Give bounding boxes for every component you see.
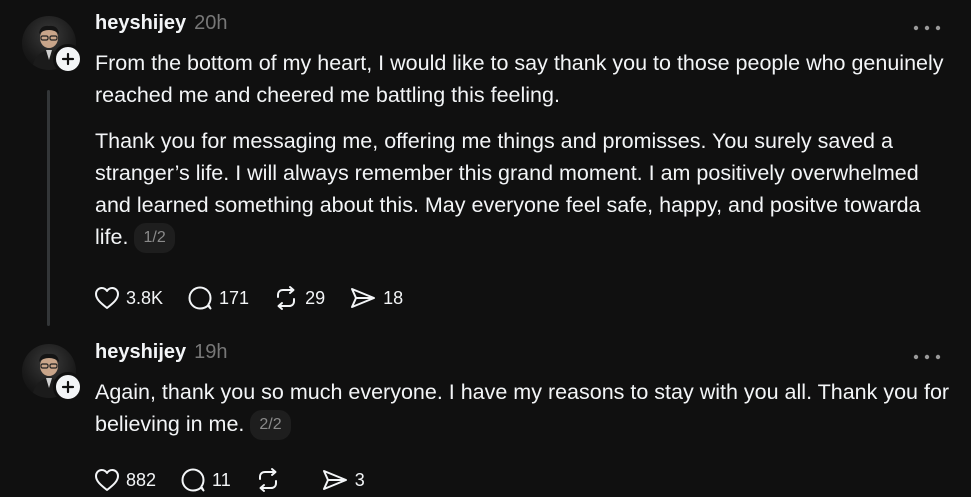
post-paragraph: Again, thank you so much everyone. I hav… <box>95 380 950 436</box>
post-body: Again, thank you so much everyone. I hav… <box>95 376 955 440</box>
avatar-container[interactable] <box>22 344 83 402</box>
more-horizontal-icon <box>913 354 941 360</box>
share-count: 3 <box>354 469 365 490</box>
post-header: heyshijey 19h <box>95 341 228 364</box>
speech-bubble-icon <box>181 468 205 492</box>
repost-button[interactable] <box>255 467 287 493</box>
repost-icon <box>258 468 277 492</box>
heart-icon <box>95 469 119 491</box>
like-button[interactable]: 882 <box>94 468 156 492</box>
username[interactable]: heyshijey <box>95 341 186 364</box>
reply-button[interactable]: 11 <box>180 467 231 493</box>
thread-post-2: heyshijey 19h Again, thank you so much e… <box>0 0 971 497</box>
more-options-button[interactable] <box>912 349 942 360</box>
like-count: 882 <box>126 469 157 490</box>
plus-icon <box>61 380 75 394</box>
follow-button[interactable] <box>53 372 83 402</box>
thread-page-indicator: 2/2 <box>250 410 291 440</box>
reply-count: 11 <box>212 469 231 490</box>
post-actions: 882 11 3 <box>94 467 389 493</box>
post-time[interactable]: 19h <box>194 341 227 364</box>
share-button[interactable]: 3 <box>321 468 365 492</box>
post-paragraph-group: Again, thank you so much everyone. I hav… <box>95 376 955 440</box>
send-icon <box>322 470 347 490</box>
